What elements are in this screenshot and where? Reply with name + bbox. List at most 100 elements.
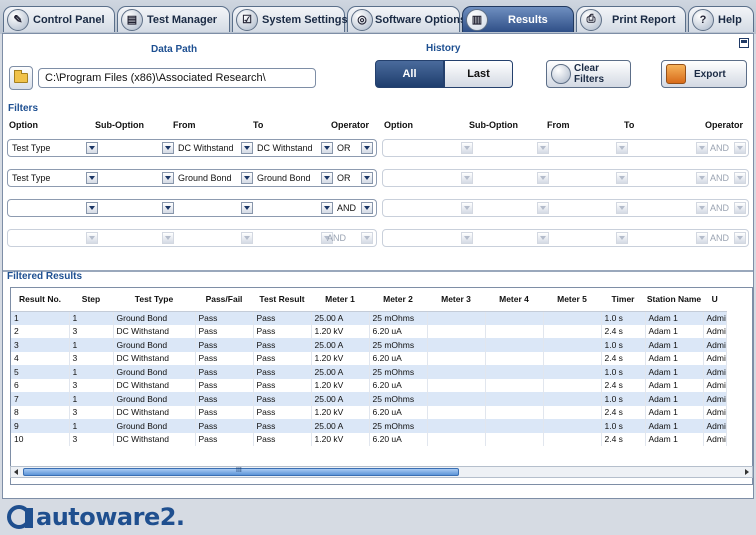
col-header[interactable]: Pass/Fail <box>195 288 253 312</box>
data-path-field[interactable]: C:\Program Files (x86)\Associated Resear… <box>38 68 316 88</box>
table-row[interactable]: 8 3 DC Withstand Pass Pass 1.20 kV 6.20 uA 2.4 … <box>11 405 727 419</box>
chevron-down-icon[interactable] <box>361 142 373 154</box>
operator-select[interactable]: AND <box>708 230 732 246</box>
chevron-down-icon[interactable] <box>361 232 373 244</box>
minimize-icon[interactable] <box>739 38 749 48</box>
browse-folder-button[interactable] <box>9 66 33 90</box>
scroll-right-icon[interactable] <box>742 468 751 476</box>
scrollbar-thumb[interactable]: III <box>23 467 459 476</box>
chevron-down-icon[interactable] <box>321 202 333 214</box>
operator-select[interactable]: AND <box>708 200 732 216</box>
chevron-down-icon[interactable] <box>616 202 628 214</box>
clear-filters-button[interactable]: Clear Filters <box>546 60 631 88</box>
tab-software-options[interactable]: ◎ Software Options <box>347 6 466 32</box>
chevron-down-icon[interactable] <box>616 142 628 154</box>
sub-option-select[interactable] <box>100 230 160 246</box>
scroll-left-icon[interactable] <box>12 468 21 476</box>
table-row[interactable]: 2 3 DC Withstand Pass Pass 1.20 kV 6.20 uA 2.4 … <box>11 324 727 338</box>
tab-results[interactable]: ▥ Results <box>462 6 574 32</box>
table-row[interactable]: 10 3 DC Withstand Pass Pass 1.20 kV 6.20 uA 2.4… <box>11 432 727 446</box>
table-row[interactable]: 5 1 Ground Bond Pass Pass 25.00 A 25 mOhms 1.0 … <box>11 365 727 379</box>
tab-system-settings[interactable]: ☑ System Settings <box>232 6 348 32</box>
operator-select[interactable]: OR <box>335 170 359 186</box>
chevron-down-icon[interactable] <box>734 172 746 184</box>
col-header[interactable]: Meter 4 <box>485 288 543 312</box>
chevron-down-icon[interactable] <box>537 142 549 154</box>
chevron-down-icon[interactable] <box>537 232 549 244</box>
chevron-down-icon[interactable] <box>616 172 628 184</box>
chevron-down-icon[interactable] <box>734 232 746 244</box>
table-row[interactable]: 1 1 Ground Bond Pass Pass 25.00 A 25 mOhms 1.0 … <box>11 311 727 325</box>
chevron-down-icon[interactable] <box>321 142 333 154</box>
chevron-down-icon[interactable] <box>616 232 628 244</box>
chevron-down-icon[interactable] <box>461 172 473 184</box>
from-select[interactable]: Ground Bond <box>176 170 240 186</box>
chevron-down-icon[interactable] <box>461 202 473 214</box>
col-header[interactable]: Meter 2 <box>369 288 427 312</box>
results-table-container[interactable]: Result No. Step Test Type Pass/Fail Test… <box>10 287 753 485</box>
from-select[interactable]: DC Withstand <box>176 140 240 156</box>
to-select[interactable]: Ground Bond <box>255 170 319 186</box>
from-select[interactable] <box>176 230 240 246</box>
chevron-down-icon[interactable] <box>361 172 373 184</box>
option-select[interactable] <box>10 230 86 246</box>
table-row[interactable]: 9 1 Ground Bond Pass Pass 25.00 A 25 mOhms 1.0 … <box>11 419 727 433</box>
chevron-down-icon[interactable] <box>696 232 708 244</box>
chevron-down-icon[interactable] <box>162 202 174 214</box>
chevron-down-icon[interactable] <box>86 172 98 184</box>
col-header[interactable]: Test Type <box>113 288 195 312</box>
table-row[interactable]: 4 3 DC Withstand Pass Pass 1.20 kV 6.20 uA 2.4 … <box>11 351 727 365</box>
tab-test-manager[interactable]: ▤ Test Manager <box>117 6 230 32</box>
option-select[interactable]: Test Type <box>10 170 86 186</box>
chevron-down-icon[interactable] <box>734 202 746 214</box>
to-select[interactable] <box>255 200 319 216</box>
to-select[interactable]: DC Withstand <box>255 140 319 156</box>
col-header[interactable]: Station Name <box>645 288 703 312</box>
chevron-down-icon[interactable] <box>162 232 174 244</box>
col-header[interactable]: Test Result <box>253 288 311 312</box>
chevron-down-icon[interactable] <box>162 142 174 154</box>
table-row[interactable]: 6 3 DC Withstand Pass Pass 1.20 kV 6.20 uA 2.4 … <box>11 378 727 392</box>
chevron-down-icon[interactable] <box>696 202 708 214</box>
option-select[interactable] <box>10 200 86 216</box>
table-row[interactable]: 7 1 Ground Bond Pass Pass 25.00 A 25 mOhms 1.0 … <box>11 392 727 406</box>
chevron-down-icon[interactable] <box>696 142 708 154</box>
tab-help[interactable]: ? Help <box>688 6 754 32</box>
chevron-down-icon[interactable] <box>86 142 98 154</box>
to-select[interactable] <box>255 230 319 246</box>
chevron-down-icon[interactable] <box>241 202 253 214</box>
chevron-down-icon[interactable] <box>361 202 373 214</box>
operator-select[interactable]: AND <box>708 140 732 156</box>
chevron-down-icon[interactable] <box>241 232 253 244</box>
chevron-down-icon[interactable] <box>461 142 473 154</box>
chevron-down-icon[interactable] <box>241 142 253 154</box>
col-header[interactable]: Meter 1 <box>311 288 369 312</box>
col-header[interactable]: Result No. <box>11 288 69 312</box>
chevron-down-icon[interactable] <box>86 202 98 214</box>
option-select[interactable]: Test Type <box>10 140 86 156</box>
operator-select[interactable]: AND <box>325 230 359 246</box>
sub-option-select[interactable] <box>100 140 160 156</box>
chevron-down-icon[interactable] <box>461 232 473 244</box>
horizontal-scrollbar[interactable]: III <box>10 466 753 478</box>
col-header[interactable]: Step <box>69 288 113 312</box>
operator-select[interactable]: OR <box>335 140 359 156</box>
operator-select[interactable]: AND <box>708 170 732 186</box>
history-last-button[interactable]: Last <box>444 60 513 88</box>
sub-option-select[interactable] <box>100 170 160 186</box>
col-header[interactable]: Timer <box>601 288 645 312</box>
chevron-down-icon[interactable] <box>537 172 549 184</box>
chevron-down-icon[interactable] <box>537 202 549 214</box>
from-select[interactable] <box>176 200 240 216</box>
col-header[interactable]: U <box>703 288 727 312</box>
col-header[interactable]: Meter 3 <box>427 288 485 312</box>
sub-option-select[interactable] <box>100 200 160 216</box>
col-header[interactable]: Meter 5 <box>543 288 601 312</box>
table-row[interactable]: 3 1 Ground Bond Pass Pass 25.00 A 25 mOhms 1.0 … <box>11 338 727 352</box>
history-all-button[interactable]: All <box>375 60 444 88</box>
export-button[interactable]: Export <box>661 60 747 88</box>
chevron-down-icon[interactable] <box>162 172 174 184</box>
tab-control-panel[interactable]: ✎ Control Panel <box>3 6 115 32</box>
chevron-down-icon[interactable] <box>241 172 253 184</box>
chevron-down-icon[interactable] <box>86 232 98 244</box>
